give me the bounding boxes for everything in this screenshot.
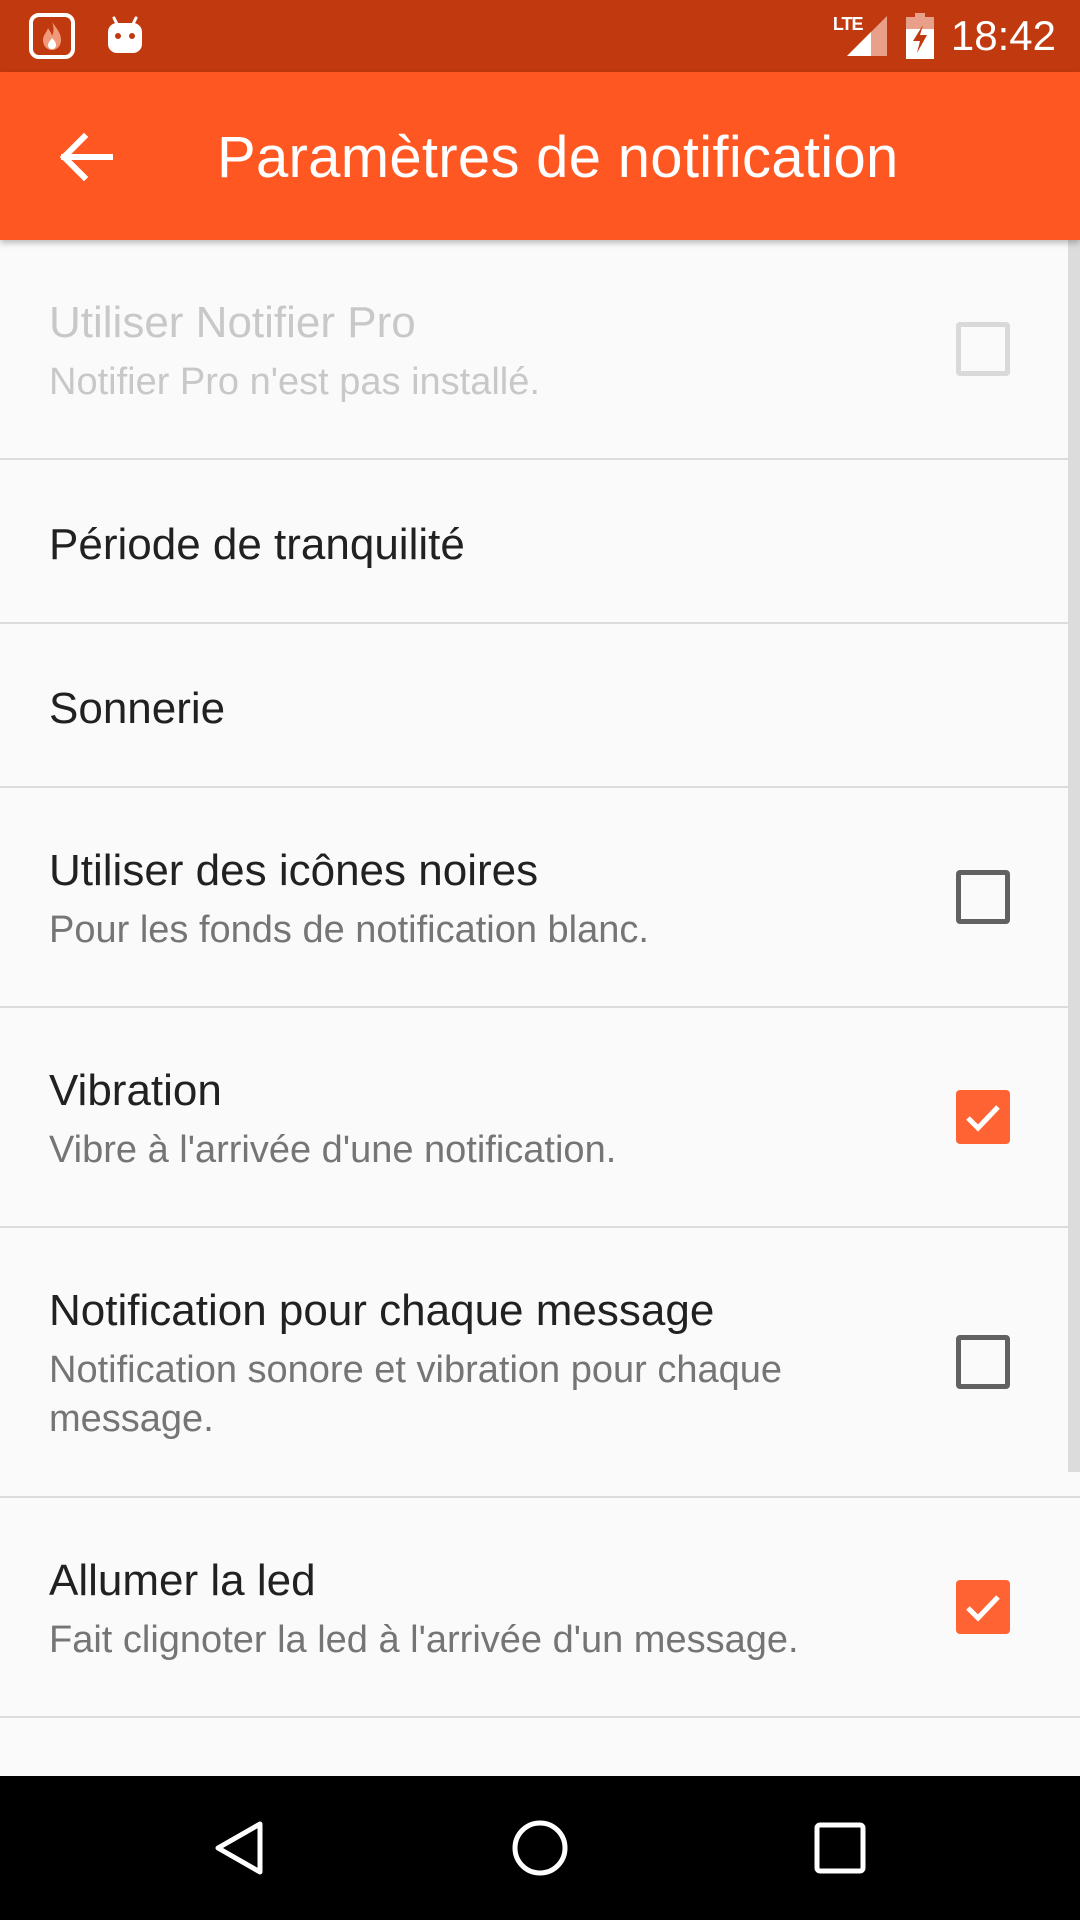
pref-summary: Pour les fonds de notification blanc. [49, 909, 649, 951]
app-bar: Paramètres de notification [0, 72, 1080, 240]
pref-ringtone[interactable]: Sonnerie [0, 624, 1080, 788]
pref-title: Période de tranquilité [49, 520, 465, 569]
lte-signal-icon: LTE [833, 12, 889, 60]
notifier-pro-checkbox [956, 322, 1010, 376]
back-triangle-icon[interactable] [210, 1818, 270, 1878]
check-icon [966, 1595, 1000, 1622]
scrollbar[interactable] [1068, 240, 1080, 1472]
pref-notifier-pro: Utiliser Notifier Pro Notifier Pro n'est… [0, 240, 1080, 460]
pref-each-message[interactable]: Notification pour chaque message Notific… [0, 1228, 1080, 1498]
network-type-label: LTE [832, 14, 864, 34]
battery-charging-icon [905, 13, 935, 59]
pref-title: Vibration [49, 1066, 222, 1115]
android-icon [106, 14, 144, 58]
pref-title: Notification pour chaque message [49, 1286, 715, 1335]
pref-title: Allumer la led [49, 1556, 316, 1605]
pref-title: Utiliser des icônes noires [49, 846, 539, 895]
pref-title: Utiliser Notifier Pro [49, 298, 416, 347]
status-bar-system: LTE 18:42 [833, 0, 1056, 72]
status-bar: LTE 18:42 [0, 0, 1080, 72]
pref-summary-line1: Notification sonore et vibration pour ch… [49, 1349, 783, 1391]
pref-quiet-period[interactable]: Période de tranquilité [0, 460, 1080, 624]
vibration-checkbox[interactable] [956, 1090, 1010, 1144]
led-checkbox[interactable] [956, 1580, 1010, 1634]
pref-title: Sonnerie [49, 684, 226, 733]
arrow-back-icon[interactable] [52, 122, 122, 192]
pref-summary: Vibre à l'arrivée d'une notification. [49, 1129, 617, 1171]
home-circle-icon[interactable] [510, 1818, 570, 1878]
pref-black-icons[interactable]: Utiliser des icônes noires Pour les fond… [0, 788, 1080, 1008]
black-icons-checkbox[interactable] [956, 870, 1010, 924]
flame-app-icon [28, 12, 76, 60]
each-message-checkbox[interactable] [956, 1335, 1010, 1389]
status-bar-notifications [28, 12, 144, 60]
check-icon [966, 1105, 1000, 1132]
pref-vibration[interactable]: Vibration Vibre à l'arrivée d'une notifi… [0, 1008, 1080, 1228]
preferences-list[interactable]: Utiliser Notifier Pro Notifier Pro n'est… [0, 240, 1080, 1776]
status-time: 18:42 [950, 12, 1056, 59]
pref-summary: Notifier Pro n'est pas installé. [49, 361, 540, 403]
page-title: Paramètres de notification [217, 125, 899, 190]
pref-summary-line2: message. [49, 1398, 214, 1440]
pref-summary: Fait clignoter la led à l'arrivée d'un m… [49, 1619, 799, 1661]
recents-square-icon[interactable] [810, 1818, 870, 1878]
navigation-bar [0, 1776, 1080, 1920]
pref-led[interactable]: Allumer la led Fait clignoter la led à l… [0, 1498, 1080, 1718]
